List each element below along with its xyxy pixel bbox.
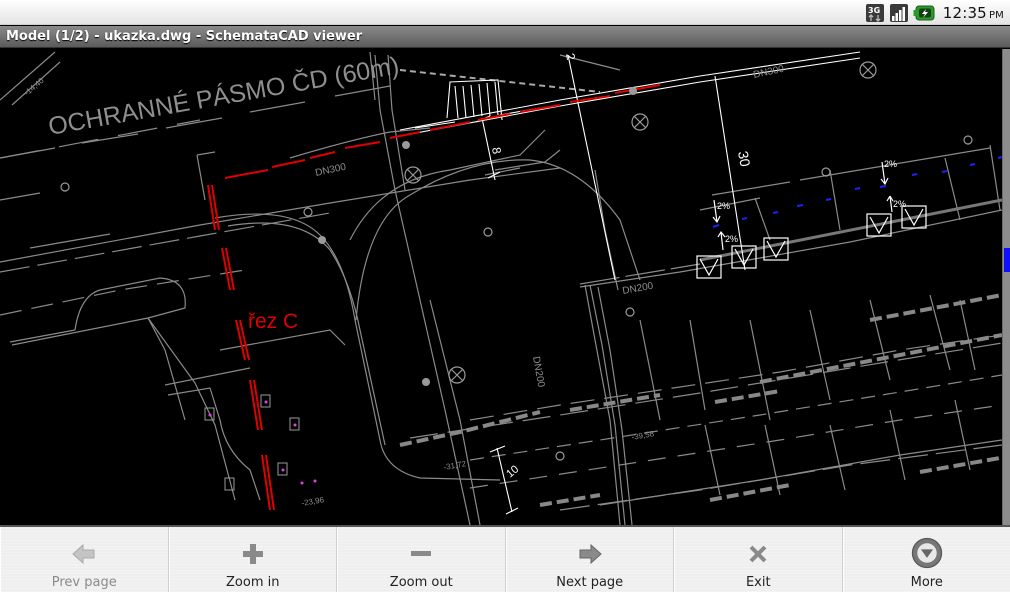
zoom-in-button[interactable]: Zoom in [168, 527, 337, 592]
zoom-in-label: Zoom in [226, 575, 280, 590]
cad-drawing[interactable]: OCHRANNÉ PÁSMO ČD (60m) řez C DN300 DN30… [0, 49, 1002, 525]
vertical-scrollbar[interactable] [1002, 49, 1010, 525]
more-label: More [910, 575, 943, 590]
signal-strength-icon [889, 3, 909, 23]
battery-charging-icon [913, 3, 935, 23]
window-title-bar: Model (1/2) - ukazka.dwg - SchemataCAD v… [0, 26, 1010, 48]
prev-page-button[interactable]: Prev page [0, 527, 169, 592]
svg-text:3G: 3G [868, 6, 880, 15]
zoom-out-button[interactable]: Zoom out [337, 527, 506, 592]
status-icons: 3G 12:35 PM [865, 2, 1004, 24]
zoom-out-label: Zoom out [389, 575, 453, 590]
slope-label-2: 2% [725, 234, 738, 244]
clock-ampm: PM [988, 10, 1004, 21]
clock: 12:35 PM [943, 4, 1004, 22]
slope-label-3: 2% [884, 159, 897, 169]
3g-data-icon: 3G [865, 3, 885, 23]
options-menu: Prev page Zoom in Zoom out Next page Exi… [0, 525, 1010, 592]
arrow-left-icon [72, 543, 95, 565]
plus-icon [242, 544, 263, 564]
next-page-button[interactable]: Next page [505, 527, 674, 592]
slope-label-4: 2% [893, 199, 906, 209]
section-label: řez C [248, 310, 298, 333]
vertical-scroll-thumb[interactable] [1004, 248, 1010, 272]
exit-button[interactable]: Exit [674, 527, 843, 592]
drawing-canvas[interactable]: OCHRANNÉ PÁSMO ČD (60m) řez C DN300 DN30… [0, 49, 1002, 525]
slope-label-1: 2% [717, 201, 730, 211]
more-chevron-down-icon [911, 537, 942, 569]
window-title: Model (1/2) - ukazka.dwg - SchemataCAD v… [6, 29, 363, 44]
arrow-right-icon [579, 543, 602, 565]
minus-icon [411, 551, 432, 556]
system-status-bar: 3G 12:35 PM [0, 0, 1010, 25]
next-page-label: Next page [556, 575, 624, 590]
prev-page-label: Prev page [51, 575, 117, 590]
more-button[interactable]: More [842, 527, 1010, 592]
clock-time: 12:35 [942, 4, 987, 22]
close-icon [749, 545, 767, 563]
dim-30-label: 30 [735, 150, 753, 168]
exit-label: Exit [745, 575, 771, 590]
